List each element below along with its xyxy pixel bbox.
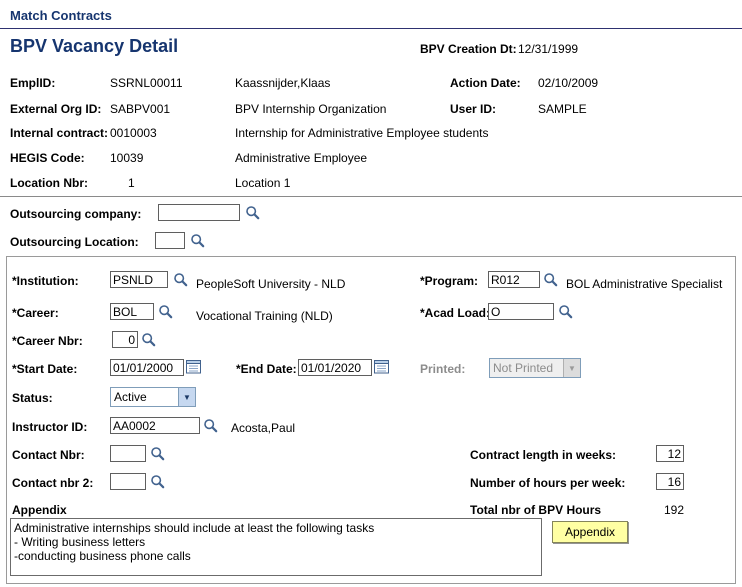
start-date-input[interactable]: [110, 359, 184, 376]
contact-nbr2-input[interactable]: [110, 473, 146, 490]
outsourcing-company-label: Outsourcing company:: [10, 207, 142, 221]
internal-contract-desc: Internship for Administrative Employee s…: [235, 126, 489, 140]
header-rule: [0, 28, 742, 29]
lookup-icon[interactable]: [190, 233, 206, 248]
outsourcing-location-input[interactable]: [155, 232, 185, 249]
career-desc: Vocational Training (NLD): [196, 309, 333, 323]
contact-nbr-input[interactable]: [110, 445, 146, 462]
external-org-desc: BPV Internship Organization: [235, 102, 387, 116]
outsourcing-company-input[interactable]: [158, 204, 240, 221]
location-desc: Location 1: [235, 176, 291, 190]
lookup-icon[interactable]: [203, 418, 219, 433]
contact-nbr-label: Contact Nbr:: [12, 448, 85, 462]
action-date-value: 02/10/2009: [538, 76, 599, 90]
bpv-creation-date-label: BPV Creation Dt:: [420, 42, 517, 56]
emplid-name: Kaassnijder,Klaas: [235, 76, 331, 90]
emplid-value: SSRNL00011: [110, 76, 183, 90]
user-id-label: User ID:: [450, 102, 497, 116]
location-nbr-value: 1: [128, 176, 135, 190]
page-title: BPV Vacancy Detail: [10, 36, 179, 56]
outsourcing-location-label: Outsourcing Location:: [10, 235, 139, 249]
breadcrumb[interactable]: Match Contracts: [10, 8, 112, 23]
end-date-label: *End Date:: [236, 362, 297, 376]
contact-nbr2-label: Contact nbr 2:: [12, 476, 94, 490]
acad-load-label: *Acad Load:: [420, 306, 491, 320]
instructor-id-label: Instructor ID:: [12, 420, 88, 434]
user-id-value: SAMPLE: [538, 102, 587, 116]
end-date-input[interactable]: [298, 359, 372, 376]
institution-label: *Institution:: [12, 274, 79, 288]
total-bpv-hours-value: 192: [663, 503, 684, 517]
career-nbr-input[interactable]: [112, 331, 138, 348]
contract-weeks-input[interactable]: [656, 445, 684, 462]
calendar-icon[interactable]: [186, 359, 202, 374]
calendar-icon[interactable]: [374, 359, 390, 374]
printed-select: Not Printed ▼: [489, 358, 581, 378]
career-label: *Career:: [12, 306, 59, 320]
instructor-name: Acosta,Paul: [231, 421, 296, 435]
appendix-button[interactable]: Appendix: [552, 521, 628, 543]
lookup-icon[interactable]: [558, 304, 574, 319]
section-separator: [0, 196, 742, 197]
lookup-icon[interactable]: [150, 474, 166, 489]
appendix-label: Appendix: [12, 503, 67, 517]
career-nbr-label: *Career Nbr:: [12, 334, 83, 348]
action-date-label: Action Date:: [450, 76, 521, 90]
institution-input[interactable]: [110, 271, 168, 288]
external-org-label: External Org ID:: [10, 102, 102, 116]
lookup-icon[interactable]: [543, 272, 559, 287]
lookup-icon[interactable]: [158, 304, 174, 319]
chevron-down-icon: ▼: [563, 359, 580, 377]
emplid-label: EmplID:: [10, 76, 56, 90]
total-bpv-hours-label: Total nbr of BPV Hours: [470, 503, 602, 517]
acad-load-input[interactable]: [488, 303, 554, 320]
career-input[interactable]: [110, 303, 154, 320]
program-input[interactable]: [488, 271, 540, 288]
hegis-code-desc: Administrative Employee: [235, 151, 368, 165]
bpv-creation-date-value: 12/31/1999: [518, 42, 579, 56]
hegis-code-label: HEGIS Code:: [10, 151, 85, 165]
printed-selected-value: Not Printed: [493, 361, 554, 375]
program-label: *Program:: [420, 274, 479, 288]
bpv-vacancy-detail-page: Match Contracts BPV Vacancy Detail BPV C…: [0, 0, 742, 587]
instructor-id-input[interactable]: [110, 417, 200, 434]
hours-per-week-input[interactable]: [656, 473, 684, 490]
printed-label: Printed:: [420, 362, 466, 376]
lookup-icon[interactable]: [245, 205, 261, 220]
internal-contract-value: 0010003: [110, 126, 157, 140]
chevron-down-icon: ▼: [178, 388, 195, 406]
lookup-icon[interactable]: [173, 272, 189, 287]
status-select[interactable]: Active ▼: [110, 387, 196, 407]
hegis-code-value: 10039: [110, 151, 144, 165]
lookup-icon[interactable]: [141, 332, 157, 347]
status-label: Status:: [12, 391, 53, 405]
lookup-icon[interactable]: [150, 446, 166, 461]
internal-contract-label: Internal contract:: [10, 126, 109, 140]
hours-per-week-label: Number of hours per week:: [470, 476, 626, 490]
location-nbr-label: Location Nbr:: [10, 176, 88, 190]
contract-weeks-label: Contract length in weeks:: [470, 448, 617, 462]
status-selected-value: Active: [114, 390, 147, 404]
external-org-value: SABPV001: [110, 102, 171, 116]
start-date-label: *Start Date:: [12, 362, 78, 376]
institution-desc: PeopleSoft University - NLD: [196, 277, 346, 291]
appendix-textarea[interactable]: Administrative internships should includ…: [10, 518, 542, 576]
program-desc: BOL Administrative Specialist: [566, 277, 723, 291]
